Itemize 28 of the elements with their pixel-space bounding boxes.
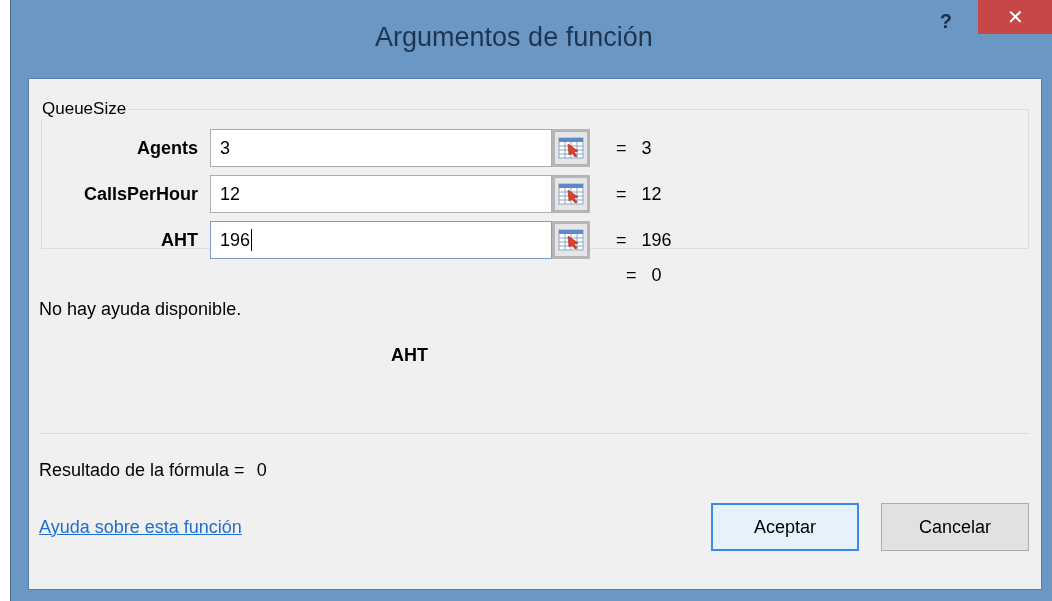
argument-field[interactable]: 12	[210, 175, 552, 213]
argument-label: AHT	[161, 229, 198, 251]
text-cursor	[251, 229, 253, 251]
window-title: Argumentos de función	[374, 21, 654, 53]
range-select-icon	[558, 183, 584, 205]
range-select-button[interactable]	[552, 221, 590, 259]
formula-result-label: Resultado de la fórmula =	[39, 460, 245, 481]
argument-field[interactable]: 3	[210, 129, 552, 167]
argument-field[interactable]: 196	[210, 221, 552, 259]
close-button[interactable]: ✕	[978, 0, 1052, 34]
range-select-button[interactable]	[552, 175, 590, 213]
argument-label: Agents	[137, 137, 198, 159]
argument-result: = 3	[616, 137, 653, 159]
range-select-button[interactable]	[552, 129, 590, 167]
argument-result: = 12	[616, 183, 663, 205]
ok-button[interactable]: Aceptar	[711, 503, 859, 551]
range-select-icon	[558, 137, 584, 159]
help-button[interactable]: ?	[939, 9, 952, 33]
help-link[interactable]: Ayuda sobre esta función	[39, 516, 689, 538]
argument-help: AHT	[391, 345, 429, 367]
range-select-icon	[558, 229, 584, 251]
argument-label: CallsPerHour	[83, 183, 198, 205]
function-description: No hay ayuda disponible.	[39, 299, 243, 321]
cancel-button[interactable]: Cancelar	[881, 503, 1029, 551]
formula-result-value: 0	[256, 460, 267, 481]
argument-result: = 196	[616, 229, 673, 251]
function-result: = 0	[626, 265, 663, 287]
function-name: QueueSize	[41, 99, 128, 119]
